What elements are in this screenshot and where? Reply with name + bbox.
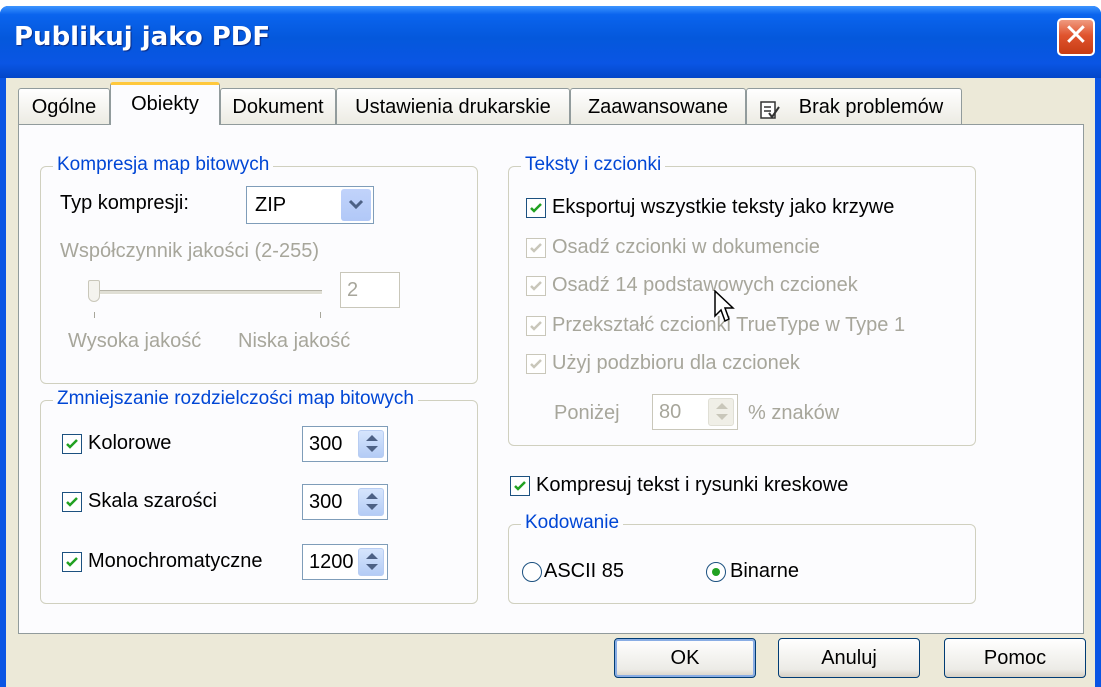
convert-truetype-checkbox[interactable] (526, 316, 546, 336)
color-resolution-spinner[interactable] (358, 430, 384, 458)
compress-text-label: Kompresuj tekst i rysunki kreskowe (536, 474, 849, 496)
color-resolution-value: 300 (309, 433, 343, 455)
monochrome-resolution-spinner[interactable] (358, 548, 384, 576)
embed-fonts-label: Osadź czcionki w dokumencie (552, 236, 820, 258)
cancel-button[interactable]: Anuluj (778, 638, 920, 678)
help-button[interactable]: Pomoc (944, 638, 1086, 678)
embed-base14-label: Osadź 14 podstawowych czcionek (552, 274, 858, 296)
window-title: Publikuj jako PDF (14, 22, 271, 52)
compression-type-value: ZIP (255, 194, 287, 216)
subset-fonts-label: Użyj podzbioru dla czcionek (552, 352, 800, 374)
color-checkbox[interactable] (62, 434, 82, 454)
grayscale-checkbox[interactable] (62, 492, 82, 512)
slider-tick (94, 312, 95, 318)
encoding-title: Kodowanie (521, 512, 624, 534)
low-quality-label: Niska jakość (238, 330, 351, 352)
percent-chars-label: % znaków (748, 402, 840, 424)
tab-advanced[interactable]: Zaawansowane (570, 88, 746, 124)
quality-slider-thumb[interactable] (88, 280, 100, 302)
close-button[interactable]: ✕ (1057, 18, 1095, 56)
dialog-window: Publikuj jako PDF ✕ Ogólne Obiekty Dokum… (0, 6, 1101, 687)
high-quality-label: Wysoka jakość (68, 330, 202, 352)
quality-factor-input[interactable]: 2 (340, 272, 400, 308)
tab-no-problems-label: Brak problemów (798, 96, 944, 118)
tab-document[interactable]: Dokument (220, 88, 336, 124)
monochrome-checkbox[interactable] (62, 552, 82, 572)
monochrome-resolution-value: 1200 (309, 551, 354, 573)
text-fonts-title: Teksty i czcionki (521, 154, 666, 176)
binary-radio[interactable] (706, 562, 726, 582)
grayscale-resolution-spinner[interactable] (358, 488, 384, 516)
bitmap-compression-title: Kompresja map bitowych (53, 154, 274, 176)
below-label: Poniżej (554, 402, 620, 424)
tab-printer-settings[interactable]: Ustawienia drukarskie (336, 88, 570, 124)
grayscale-resolution-value: 300 (309, 491, 343, 513)
downsampling-title: Zmniejszanie rozdzielczości map bitowych (53, 388, 418, 410)
tab-objects[interactable]: Obiekty (110, 82, 220, 125)
subset-fonts-checkbox[interactable] (526, 354, 546, 374)
subset-threshold-input[interactable]: 80 (652, 394, 738, 430)
color-resolution-input[interactable]: 300 (302, 426, 388, 462)
color-label: Kolorowe (88, 432, 172, 454)
quality-slider-track (96, 290, 322, 295)
subset-threshold-value: 80 (659, 401, 682, 423)
compression-type-select[interactable]: ZIP (246, 186, 374, 224)
ascii85-radio[interactable] (522, 562, 542, 582)
compress-text-checkbox[interactable] (510, 476, 530, 496)
embed-base14-checkbox[interactable] (526, 276, 546, 296)
embed-fonts-checkbox[interactable] (526, 238, 546, 258)
mouse-cursor-icon (714, 289, 738, 329)
monochrome-label: Monochromatyczne (88, 550, 263, 572)
export-text-curves-label: Eksportuj wszystkie teksty jako krzywe (552, 196, 895, 218)
tab-general[interactable]: Ogólne (18, 88, 110, 124)
chevron-down-icon[interactable] (341, 189, 371, 221)
subset-threshold-spinner[interactable] (708, 398, 734, 426)
grayscale-resolution-input[interactable]: 300 (302, 484, 388, 520)
compression-type-label: Typ kompresji: (60, 192, 189, 214)
grayscale-label: Skala szarości (88, 490, 217, 512)
monochrome-resolution-input[interactable]: 1200 (302, 544, 388, 580)
ok-button[interactable]: OK (614, 638, 756, 678)
ascii85-label: ASCII 85 (544, 560, 625, 582)
title-bar[interactable]: Publikuj jako PDF ✕ (0, 6, 1101, 78)
tab-no-problems[interactable]: Brak problemów (746, 88, 962, 124)
slider-tick (320, 312, 321, 318)
export-text-curves-checkbox[interactable] (526, 198, 546, 218)
dialog-client-area: Ogólne Obiekty Dokument Ustawienia druka… (6, 78, 1095, 687)
binary-label: Binarne (730, 560, 799, 582)
quality-factor-label: Współczynnik jakości (2-255) (60, 240, 319, 262)
